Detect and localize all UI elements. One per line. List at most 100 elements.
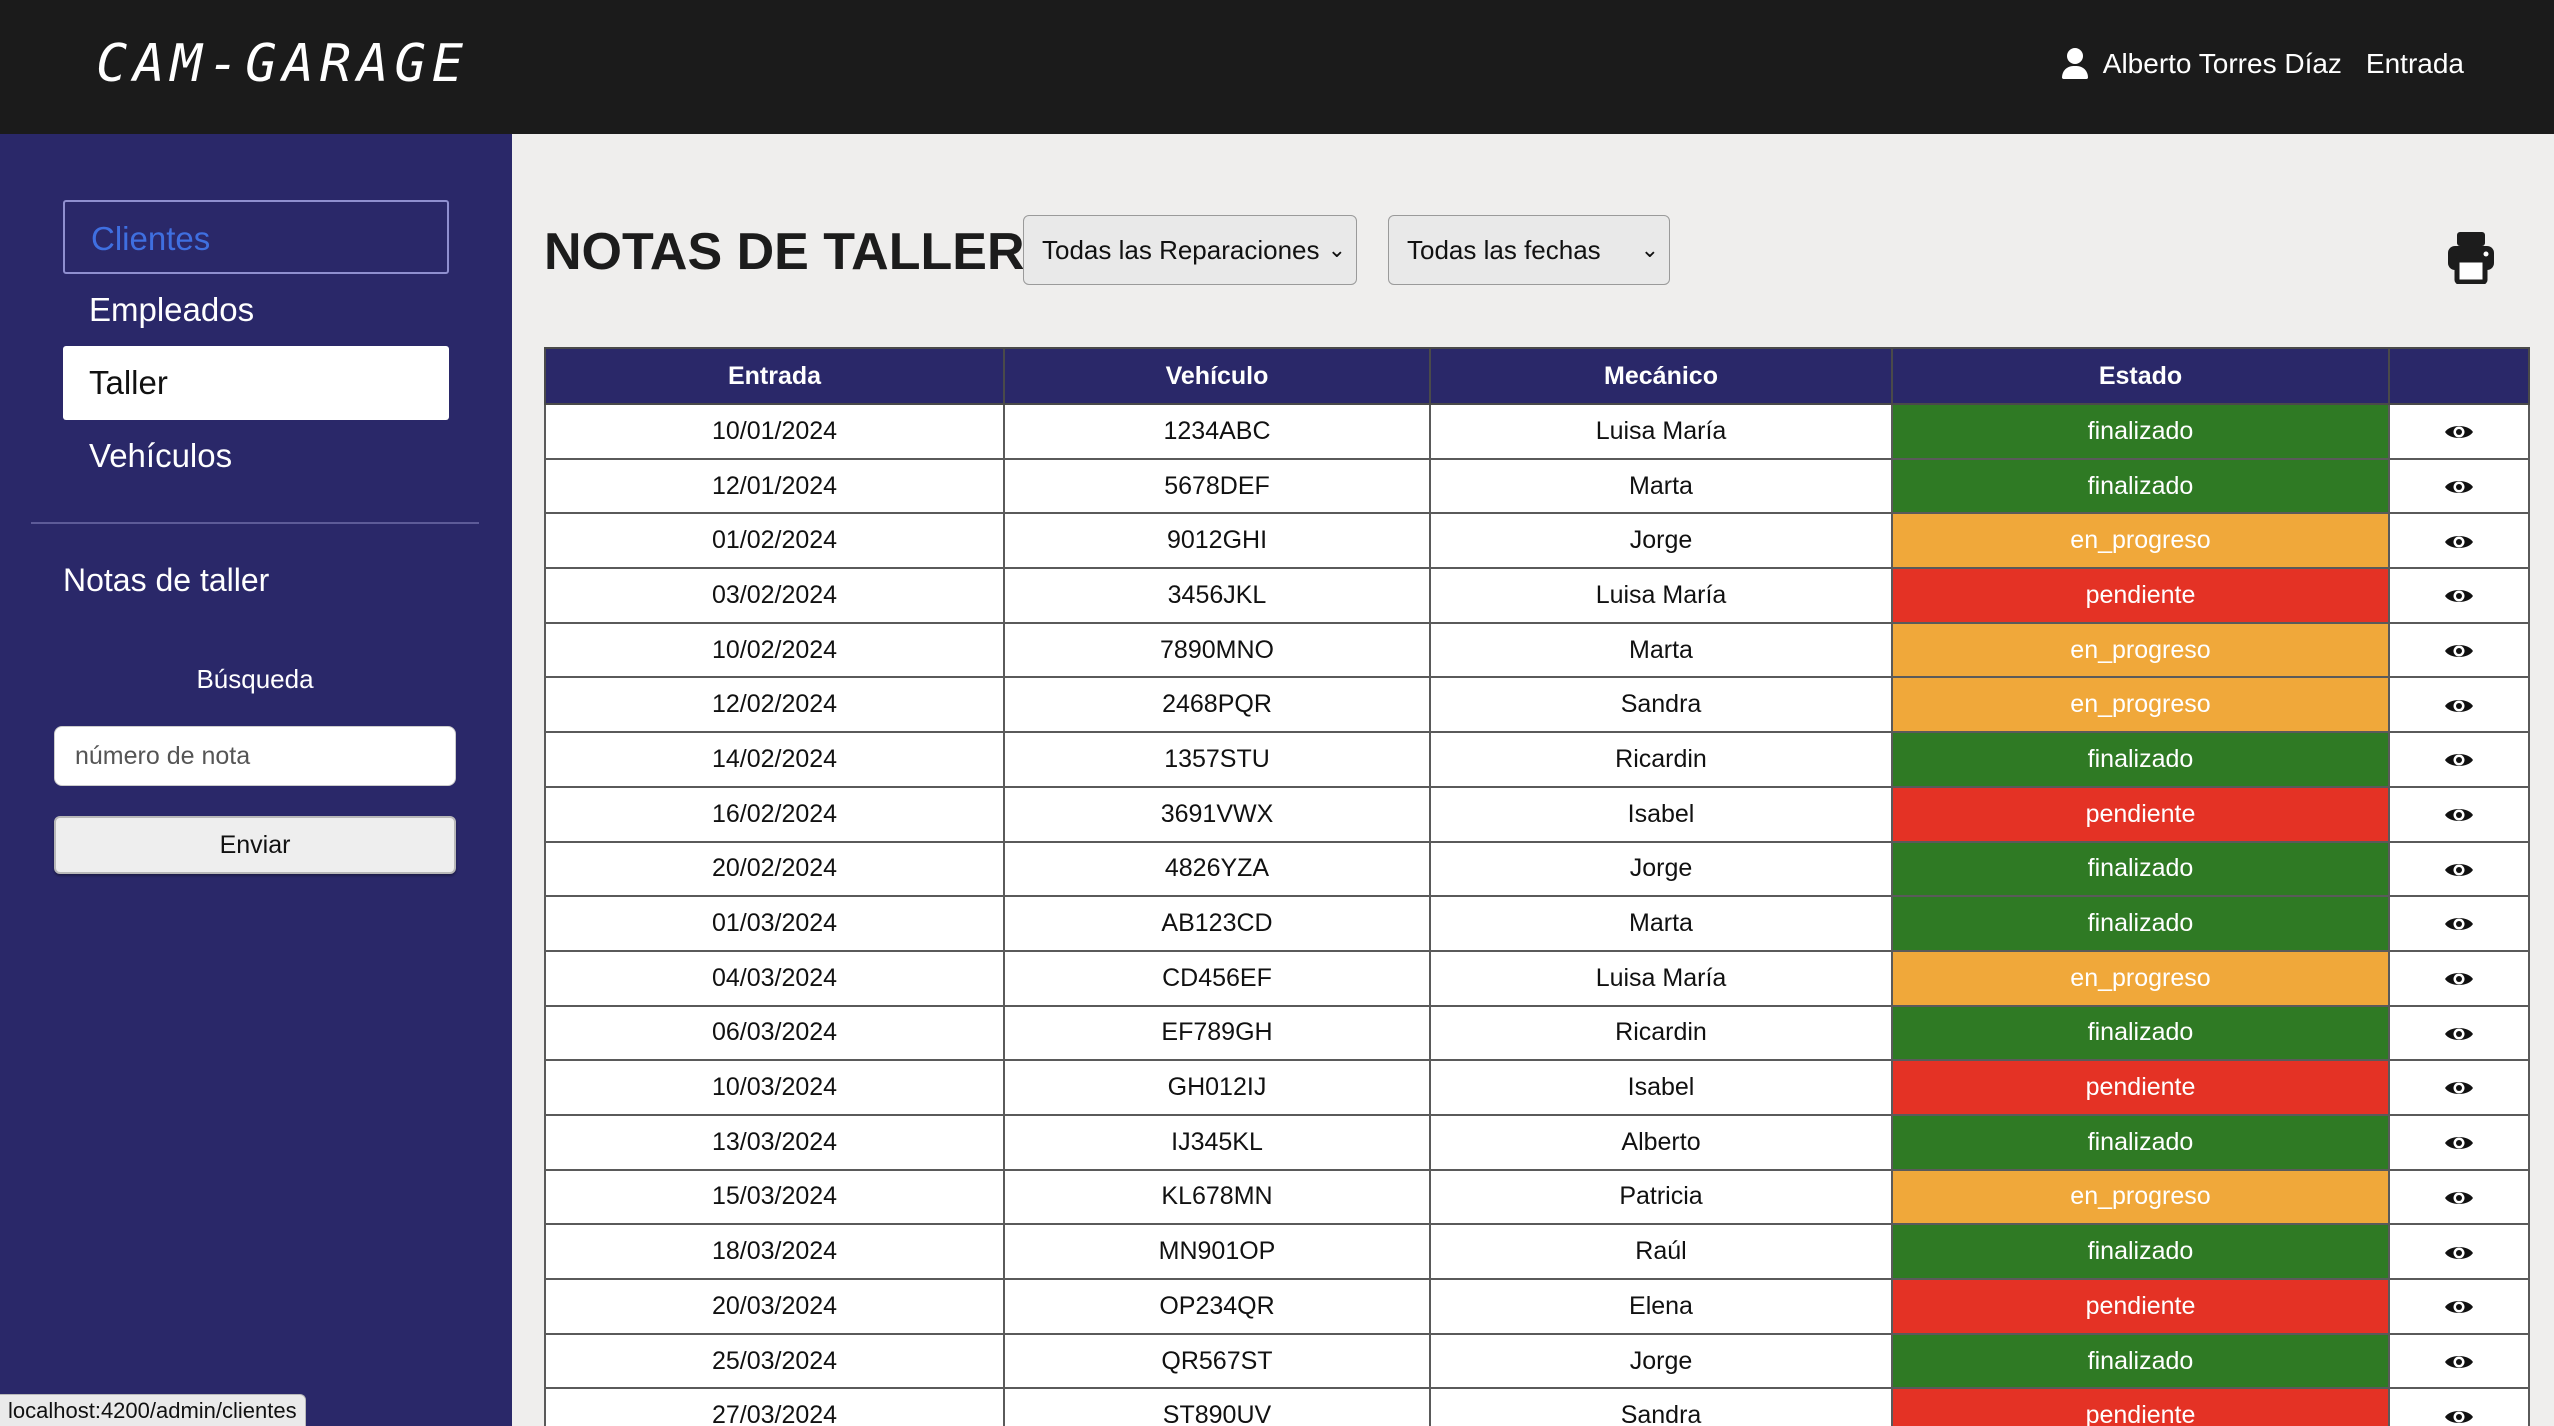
cell-entrada: 20/02/2024 [544,840,1005,898]
view-note-button[interactable] [2388,567,2530,624]
status-badge: en_progreso [1891,949,2390,1007]
view-note-button[interactable] [2388,1168,2530,1226]
view-note-button[interactable] [2388,1278,2530,1335]
cell-mecanico: Luisa María [1429,403,1893,460]
status-badge: finalizado [1891,403,2390,460]
table-row[interactable]: 20/03/2024 OP234QR Elena pendiente [544,1278,2530,1335]
repairs-filter-value: Todas las Reparaciones [1042,235,1320,265]
table-row[interactable]: 13/03/2024 IJ345KL Alberto finalizado [544,1113,2530,1171]
eye-icon[interactable] [2444,1401,2474,1426]
view-note-button[interactable] [2388,457,2530,515]
eye-icon[interactable] [2444,417,2474,445]
view-note-button[interactable] [2388,1059,2530,1116]
cell-mecanico: Marta [1429,621,1893,679]
eye-icon[interactable] [2444,1237,2474,1265]
table-row[interactable]: 16/02/2024 3691VWX Isabel pendiente [544,785,2530,843]
eye-icon[interactable] [2444,1347,2474,1375]
table-row[interactable]: 04/03/2024 CD456EF Luisa María en_progreso [544,949,2530,1007]
view-note-button[interactable] [2388,1004,2530,1062]
view-note-button[interactable] [2388,895,2530,952]
cell-mecanico: Sandra [1429,676,1893,734]
view-note-button[interactable] [2388,621,2530,679]
cell-vehiculo: EF789GH [1003,1004,1431,1062]
view-note-button[interactable] [2388,840,2530,898]
table-row[interactable]: 01/02/2024 9012GHI Jorge en_progreso [544,512,2530,570]
table-row[interactable]: 03/02/2024 3456JKL Luisa María pendiente [544,567,2530,624]
chevron-down-icon: ⌄ [1327,237,1346,262]
cell-mecanico: Luisa María [1429,567,1893,624]
table-row[interactable]: 10/03/2024 GH012IJ Isabel pendiente [544,1059,2530,1116]
view-note-button[interactable] [2388,1387,2530,1426]
column-header-estado[interactable]: Estado [1891,347,2390,405]
table-row[interactable]: 12/01/2024 5678DEF Marta finalizado [544,457,2530,515]
chevron-down-icon: ⌄ [1640,237,1659,262]
table-row[interactable]: 14/02/2024 1357STU Ricardin finalizado [544,731,2530,788]
eye-icon[interactable] [2444,854,2474,882]
view-note-button[interactable] [2388,785,2530,843]
view-note-button[interactable] [2388,1223,2530,1280]
dates-filter-select[interactable]: Todas las fechas ⌄ [1388,215,1670,285]
table-row[interactable]: 12/02/2024 2468PQR Sandra en_progreso [544,676,2530,734]
eye-icon[interactable] [2444,526,2474,554]
note-number-search-input[interactable] [54,726,456,786]
table-row[interactable]: 20/02/2024 4826YZA Jorge finalizado [544,840,2530,898]
view-note-button[interactable] [2388,676,2530,734]
eye-icon[interactable] [2444,690,2474,718]
sidebar-item-vehiculos[interactable]: Vehículos [63,419,449,493]
cell-vehiculo: 9012GHI [1003,512,1431,570]
column-header-vehiculo[interactable]: Vehículo [1003,347,1431,405]
eye-icon[interactable] [2444,1018,2474,1046]
table-row[interactable]: 06/03/2024 EF789GH Ricardin finalizado [544,1004,2530,1062]
eye-icon[interactable] [2444,745,2474,773]
table-row[interactable]: 01/03/2024 AB123CD Marta finalizado [544,895,2530,952]
cell-entrada: 10/02/2024 [544,621,1005,679]
user-name[interactable]: Alberto Torres Díaz [2103,48,2342,80]
cell-vehiculo: 7890MNO [1003,621,1431,679]
view-note-button[interactable] [2388,403,2530,460]
eye-icon[interactable] [2444,1292,2474,1320]
top-bar: CAM-GARAGE Alberto Torres Díaz Entrada [0,0,2554,134]
sidebar-divider [31,522,479,524]
table-row[interactable]: 18/03/2024 MN901OP Raúl finalizado [544,1223,2530,1280]
sidebar-item-clientes[interactable]: Clientes [63,200,449,274]
table-row[interactable]: 27/03/2024 ST890UV Sandra pendiente [544,1387,2530,1426]
eye-icon[interactable] [2444,636,2474,664]
submit-button[interactable]: Enviar [54,816,456,874]
eye-icon[interactable] [2444,1128,2474,1156]
column-header-entrada[interactable]: Entrada [544,347,1005,405]
cell-vehiculo: GH012IJ [1003,1059,1431,1116]
status-bar-url: localhost:4200/admin/clientes [0,1394,306,1426]
login-link[interactable]: Entrada [2366,48,2464,80]
column-header-mecanico[interactable]: Mecánico [1429,347,1893,405]
table-row[interactable]: 10/01/2024 1234ABC Luisa María finalizado [544,403,2530,460]
cell-mecanico: Raúl [1429,1223,1893,1280]
status-badge: en_progreso [1891,1168,2390,1226]
eye-icon[interactable] [2444,909,2474,937]
view-note-button[interactable] [2388,1332,2530,1390]
eye-icon[interactable] [2444,1182,2474,1210]
table-row[interactable]: 15/03/2024 KL678MN Patricia en_progreso [544,1168,2530,1226]
sidebar-item-taller[interactable]: Taller [63,346,449,420]
status-badge: finalizado [1891,840,2390,898]
view-note-button[interactable] [2388,949,2530,1007]
cell-entrada: 20/03/2024 [544,1278,1005,1335]
eye-icon[interactable] [2444,472,2474,500]
eye-icon[interactable] [2444,581,2474,609]
eye-icon[interactable] [2444,964,2474,992]
repairs-filter-select[interactable]: Todas las Reparaciones ⌄ [1023,215,1357,285]
view-note-button[interactable] [2388,1113,2530,1171]
cell-entrada: 01/03/2024 [544,895,1005,952]
sidebar-item-empleados[interactable]: Empleados [63,273,449,347]
cell-mecanico: Isabel [1429,785,1893,843]
view-note-button[interactable] [2388,731,2530,788]
printer-icon[interactable] [2446,230,2496,284]
view-note-button[interactable] [2388,512,2530,570]
cell-vehiculo: 1357STU [1003,731,1431,788]
status-badge: en_progreso [1891,676,2390,734]
table-row[interactable]: 10/02/2024 7890MNO Marta en_progreso [544,621,2530,679]
app-logo[interactable]: CAM-GARAGE [96,34,469,94]
status-badge: pendiente [1891,567,2390,624]
eye-icon[interactable] [2444,1073,2474,1101]
eye-icon[interactable] [2444,800,2474,828]
table-row[interactable]: 25/03/2024 QR567ST Jorge finalizado [544,1332,2530,1390]
